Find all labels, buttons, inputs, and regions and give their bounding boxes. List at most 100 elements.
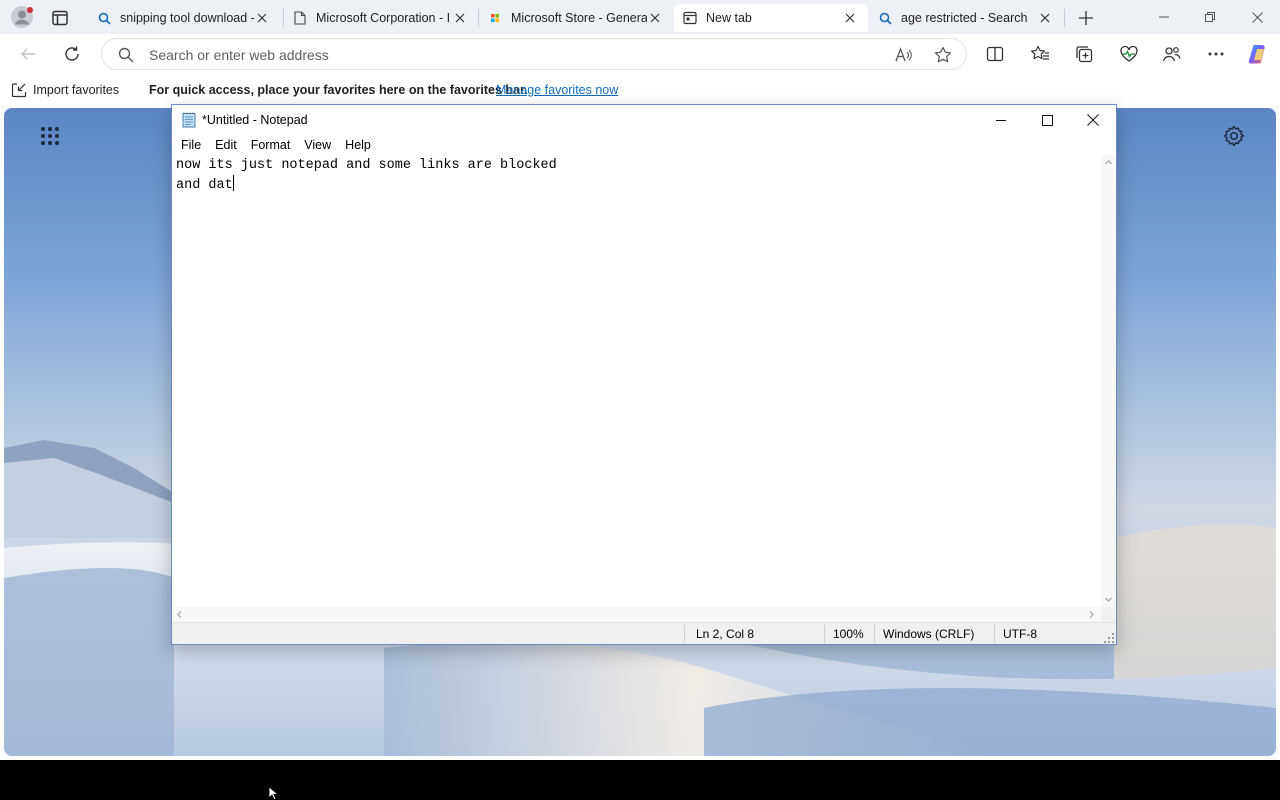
browser-toolbar: Search or enter web address (0, 34, 1280, 74)
more-icon (1208, 52, 1224, 56)
gear-icon[interactable] (1222, 124, 1246, 148)
plus-icon (1079, 11, 1093, 25)
scroll-right-icon[interactable] (1084, 607, 1099, 622)
notepad-icon (181, 112, 197, 128)
scroll-up-icon[interactable] (1101, 155, 1116, 170)
store-icon (487, 10, 503, 26)
status-line-ending: Windows (CRLF) (883, 627, 975, 641)
page-icon (292, 10, 308, 26)
notepad-statusbar: Ln 2, Col 8 100% Windows (CRLF) UTF-8 (172, 622, 1116, 644)
close-icon[interactable] (647, 10, 663, 26)
extensions-button[interactable] (1158, 40, 1186, 68)
tab-title: New tab (706, 11, 752, 25)
status-encoding: UTF-8 (1003, 627, 1037, 641)
refresh-icon (65, 46, 79, 61)
scroll-left-icon[interactable] (172, 607, 187, 622)
collections-button[interactable] (1070, 40, 1098, 68)
close-icon[interactable] (254, 10, 270, 26)
people-icon (1162, 47, 1181, 62)
tab-new-tab[interactable]: New tab (674, 4, 868, 32)
heart-pulse-icon (1120, 45, 1138, 62)
status-divider (874, 625, 875, 643)
menu-format[interactable]: Format (244, 138, 298, 152)
copilot-button[interactable] (1244, 40, 1272, 68)
read-aloud-icon[interactable] (894, 46, 912, 64)
copilot-icon (1248, 45, 1265, 64)
close-icon[interactable] (452, 10, 468, 26)
maximize-icon (1041, 114, 1053, 126)
favorites-button[interactable] (1026, 40, 1054, 68)
address-bar[interactable]: Search or enter web address (101, 38, 967, 70)
scroll-down-icon[interactable] (1101, 592, 1116, 607)
status-divider (684, 625, 685, 643)
favorites-hint-text: For quick access, place your favorites h… (149, 83, 528, 97)
arrow-left-icon (21, 48, 35, 60)
profile-avatar[interactable] (10, 5, 34, 29)
browser-essentials-button[interactable] (1115, 40, 1143, 68)
close-icon (1087, 114, 1099, 126)
menu-file[interactable]: File (174, 138, 208, 152)
search-icon (96, 10, 112, 26)
notepad-maximize-button[interactable] (1024, 105, 1070, 135)
taskbar-area (0, 760, 1280, 800)
import-favorites-button[interactable]: Import favorites (11, 82, 119, 98)
tab-divider (1064, 9, 1065, 27)
tab-actions-icon[interactable] (50, 8, 70, 28)
tab-title: Microsoft Store - General (511, 11, 647, 25)
text-line: and dat (176, 178, 233, 193)
search-icon (118, 47, 134, 63)
restore-icon (1205, 12, 1215, 22)
menu-edit[interactable]: Edit (208, 138, 244, 152)
tab-title: snipping tool download - (120, 11, 254, 25)
close-icon[interactable] (1037, 10, 1053, 26)
manage-favorites-link[interactable]: Manage favorites now (496, 83, 618, 97)
address-input[interactable]: Search or enter web address (149, 47, 329, 63)
notepad-menubar: File Edit Format View Help (172, 135, 1116, 155)
close-window-button[interactable] (1234, 0, 1280, 34)
collections-icon (1076, 46, 1093, 63)
refresh-button[interactable] (58, 40, 86, 68)
new-tab-button[interactable] (1075, 7, 1097, 29)
split-screen-button[interactable] (981, 40, 1009, 68)
resize-grip-icon[interactable] (1104, 633, 1114, 643)
tab-microsoft-store[interactable]: Microsoft Store - General (479, 4, 673, 32)
minimize-button[interactable] (1141, 0, 1187, 34)
horizontal-scrollbar[interactable] (172, 607, 1101, 622)
tab-snipping-tool[interactable]: snipping tool download - (88, 4, 280, 32)
back-button[interactable] (14, 40, 42, 68)
new-tab-icon (682, 10, 698, 26)
menu-help[interactable]: Help (338, 138, 378, 152)
tab-age-restricted[interactable]: age restricted - Search (869, 4, 1063, 32)
apps-grid-icon[interactable] (40, 126, 60, 146)
close-icon[interactable] (842, 10, 858, 26)
vertical-scrollbar[interactable] (1101, 155, 1116, 607)
tab-microsoft-corporation[interactable]: Microsoft Corporation - I (284, 4, 478, 32)
text-line: now its just notepad and some links are … (176, 158, 557, 173)
notepad-titlebar[interactable]: *Untitled - Notepad (172, 105, 1116, 135)
favorites-list-icon (1031, 45, 1049, 60)
tab-strip: snipping tool download - Microsoft Corpo… (0, 0, 1280, 34)
notepad-text-area[interactable]: now its just notepad and some links are … (172, 155, 1101, 607)
minimize-icon (996, 120, 1006, 121)
settings-more-button[interactable] (1202, 40, 1230, 68)
search-icon (877, 10, 893, 26)
mouse-cursor-icon (268, 786, 280, 800)
status-divider (824, 625, 825, 643)
notepad-close-button[interactable] (1070, 105, 1116, 135)
notepad-minimize-button[interactable] (978, 105, 1024, 135)
restore-button[interactable] (1187, 0, 1233, 34)
notepad-title: *Untitled - Notepad (202, 113, 308, 127)
menu-view[interactable]: View (297, 138, 338, 152)
notepad-window[interactable]: *Untitled - Notepad File Edit Format Vie… (171, 104, 1117, 645)
close-icon (1251, 11, 1263, 23)
import-favorites-label: Import favorites (33, 83, 120, 97)
text-caret (232, 175, 234, 191)
import-icon (11, 83, 27, 98)
favorites-bar: Import favorites For quick access, place… (0, 74, 1280, 106)
status-divider (994, 625, 995, 643)
split-screen-icon (986, 46, 1004, 62)
favorite-star-icon[interactable] (934, 46, 952, 64)
scroll-corner (1101, 607, 1116, 622)
status-cursor-position: Ln 2, Col 8 (696, 627, 755, 641)
tab-title: age restricted - Search (901, 11, 1028, 25)
